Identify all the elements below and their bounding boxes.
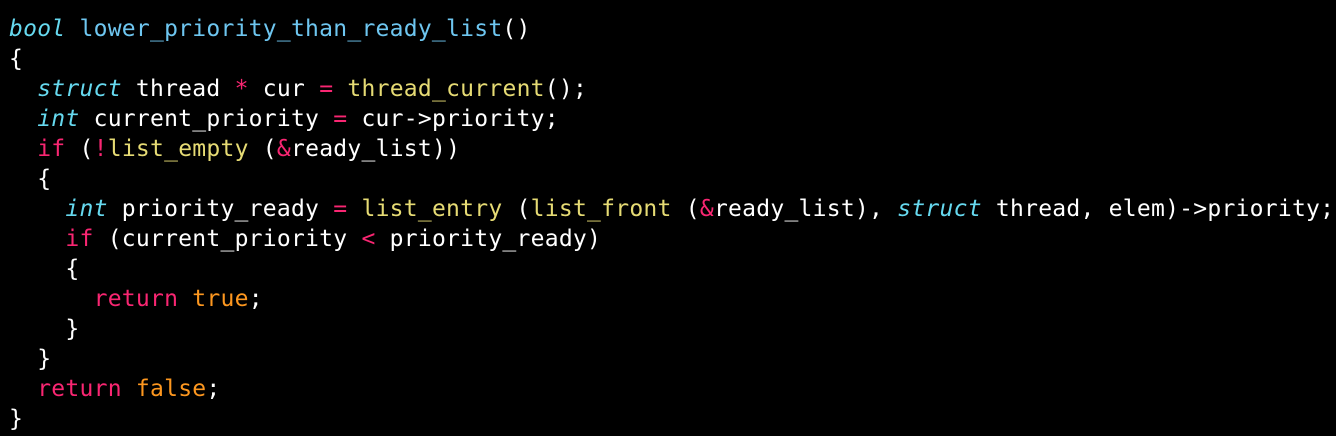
code-token-default: cur [248, 76, 320, 102]
code-line: { [9, 164, 1334, 194]
code-token-default: thread [121, 76, 235, 102]
code-token-default: () [502, 16, 531, 42]
code-line: if (current_priority < priority_ready) [9, 224, 1334, 254]
code-token-default: ready_list)) [291, 136, 461, 162]
code-line: int current_priority = cur->priority; [9, 104, 1334, 134]
code-token-default: } [9, 346, 52, 372]
code-token-default: ( [671, 196, 700, 222]
code-line: return true; [9, 284, 1334, 314]
code-line: { [9, 254, 1334, 284]
code-token-operator: = [333, 106, 348, 132]
code-token-default: } [9, 316, 80, 342]
code-token-default [122, 376, 136, 402]
code-token-default: } [9, 406, 24, 432]
code-token-keyword: return [93, 286, 179, 312]
code-token-type: int [37, 106, 80, 132]
code-token-type: bool [9, 16, 66, 42]
code-token-default [333, 76, 347, 102]
code-token-default: current_priority [79, 106, 334, 132]
code-token-type: int [65, 196, 108, 222]
code-token-default: thread, elem)->priority; [981, 196, 1335, 222]
code-token-type: struct [897, 196, 982, 222]
code-block: */bool lower_priority_than_ready_list(){… [9, 7, 1334, 434]
code-token-default: { [9, 256, 80, 282]
code-token-call: list_front [530, 196, 672, 222]
code-token-default [9, 376, 37, 402]
code-token-operator: = [333, 196, 348, 222]
code-token-default [178, 286, 192, 312]
code-token-call: thread_current [347, 76, 545, 102]
code-token-default: ( [65, 136, 94, 162]
code-token-operator: * [234, 76, 249, 102]
code-token-default [9, 136, 37, 162]
code-line: } [9, 314, 1334, 344]
code-token-keyword: if [65, 226, 94, 252]
code-token-operator: < [361, 226, 376, 252]
code-token-default: (current_priority [93, 226, 362, 252]
code-token-default: priority_ready [107, 196, 334, 222]
code-editor[interactable]: */bool lower_priority_than_ready_list(){… [0, 0, 1336, 436]
code-token-default [9, 106, 37, 132]
code-token-operator: & [699, 196, 714, 222]
code-token-default: ( [502, 196, 531, 222]
code-token-operator: = [319, 76, 334, 102]
code-line: bool lower_priority_than_ready_list() [9, 14, 1334, 44]
code-line: return false; [9, 374, 1334, 404]
code-token-constant: false [135, 376, 207, 402]
code-token-default: { [9, 46, 24, 72]
code-token-default: { [9, 166, 52, 192]
code-token-default [9, 196, 65, 222]
code-line: int priority_ready = list_entry (list_fr… [9, 194, 1334, 224]
code-token-call: list_entry [361, 196, 503, 222]
code-line: struct thread * cur = thread_current(); [9, 74, 1334, 104]
code-line: { [9, 44, 1334, 74]
code-token-keyword: if [37, 136, 66, 162]
code-token-operator: & [276, 136, 292, 162]
code-token-constant: true [192, 286, 249, 312]
code-line: } [9, 404, 1334, 434]
code-token-default [9, 76, 37, 102]
code-token-default: cur->priority; [347, 106, 559, 132]
code-token-default: ; [248, 286, 263, 312]
code-token-default: ready_list), [713, 196, 898, 222]
code-line: */ [9, 7, 1334, 14]
code-token-call: list_empty [107, 136, 249, 162]
code-token-default: priority_ready) [375, 226, 602, 252]
code-token-default [9, 286, 94, 312]
code-token-default: (); [544, 76, 588, 102]
code-token-type: struct [37, 76, 122, 102]
code-token-default: ; [206, 376, 221, 402]
code-token-operator: ! [93, 136, 108, 162]
code-token-function_name: lower_priority_than_ready_list [79, 16, 503, 42]
code-token-keyword: return [37, 376, 122, 402]
code-token-default [65, 16, 79, 42]
code-line: } [9, 344, 1334, 374]
code-token-default [9, 226, 65, 252]
code-line: if (!list_empty (&ready_list)) [9, 134, 1334, 164]
code-token-default [347, 196, 361, 222]
code-token-default: ( [248, 136, 277, 162]
